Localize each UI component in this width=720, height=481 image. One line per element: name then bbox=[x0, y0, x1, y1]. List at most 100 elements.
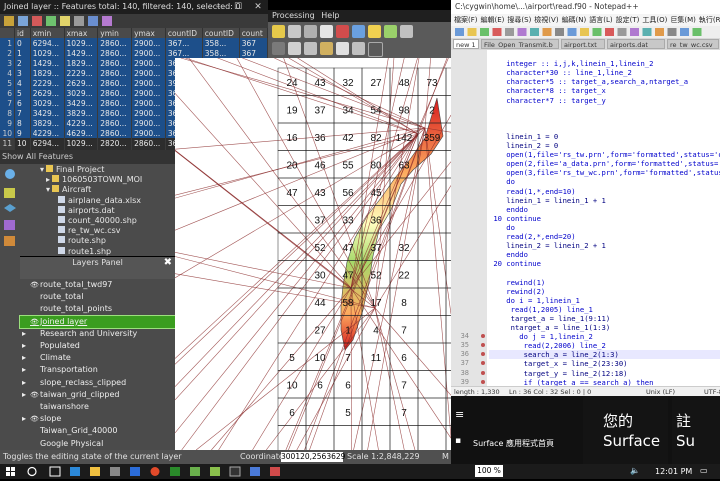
table-cell[interactable]: 2860... bbox=[97, 98, 133, 108]
table-cell[interactable]: 2229... bbox=[64, 68, 99, 78]
table-cell[interactable]: 8 bbox=[14, 118, 31, 128]
table-cell[interactable]: 6294... bbox=[30, 38, 65, 48]
code-line[interactable]: do bbox=[489, 223, 720, 232]
row-number[interactable]: 9 bbox=[0, 118, 15, 128]
table-cell[interactable]: 4629... bbox=[64, 128, 99, 138]
expander-icon[interactable]: ▾ bbox=[46, 185, 50, 194]
table-cell[interactable]: 1029... bbox=[30, 48, 65, 58]
table-cell[interactable]: 10 bbox=[14, 138, 31, 148]
layer-item[interactable]: route_total_points bbox=[20, 303, 175, 315]
table-cell[interactable]: 2860... bbox=[97, 78, 133, 88]
minimize-icon[interactable]: – bbox=[208, 0, 228, 14]
notepad-menu-item[interactable]: 搜尋(S) bbox=[504, 16, 531, 24]
table-cell[interactable]: 2900... bbox=[131, 88, 166, 98]
column-header[interactable]: xmax bbox=[64, 28, 99, 38]
table-row[interactable]: 2 1 1029... 1429... 2860... 2900... 367... 358.… bbox=[0, 48, 269, 58]
table-cell[interactable]: 4 bbox=[14, 78, 31, 88]
editor-tab[interactable]: airports.dat bbox=[607, 39, 665, 49]
table-cell[interactable]: 2860... bbox=[97, 118, 133, 128]
code-line[interactable]: rewind(1) bbox=[489, 278, 720, 287]
table-cell[interactable]: 1 bbox=[14, 48, 31, 58]
code-line[interactable]: do i = 1,linein_1 bbox=[489, 296, 720, 305]
code-line[interactable]: open(3,file='rs_tw_wc.prn',form='formatt… bbox=[489, 168, 720, 177]
row-number[interactable]: 8 bbox=[0, 108, 15, 118]
expander-icon[interactable]: ▸ bbox=[20, 340, 30, 352]
layer-item[interactable]: 👁route_total_twd97 bbox=[20, 279, 175, 291]
row-number[interactable]: 11 bbox=[0, 138, 15, 148]
code-line[interactable]: do j = 1,linein_2 bbox=[489, 332, 720, 341]
table-cell[interactable]: 3829... bbox=[64, 108, 99, 118]
code-line[interactable]: ntarget_a = line_1(1:3) bbox=[489, 323, 720, 332]
table-cell[interactable]: 367 bbox=[239, 38, 269, 48]
code-line[interactable] bbox=[489, 105, 720, 114]
layer-item[interactable]: ▸ Research and University bbox=[20, 328, 175, 340]
expander-icon[interactable]: ▸ bbox=[20, 352, 30, 364]
browser-item[interactable]: route1.shp bbox=[56, 246, 111, 257]
table-cell[interactable]: 2860... bbox=[97, 58, 133, 68]
editor-tab[interactable]: airport.txt bbox=[561, 39, 605, 49]
code-line[interactable]: character*5 :: target_a,search_a,ntarget… bbox=[489, 77, 720, 86]
code-line[interactable]: linein_1 = linein_1 + 1 bbox=[489, 196, 720, 205]
surface-app-icon[interactable]: ▪ bbox=[455, 436, 461, 446]
notepad-menu-item[interactable]: 執行(R) bbox=[696, 16, 720, 24]
row-number[interactable]: 7 bbox=[0, 98, 15, 108]
table-cell[interactable]: 367... bbox=[165, 38, 203, 48]
measure-icon[interactable] bbox=[384, 25, 397, 38]
maximize-icon[interactable]: ☐ bbox=[228, 0, 248, 14]
notepad-menu-item[interactable]: 檔案(F) bbox=[451, 16, 478, 24]
expander-icon[interactable]: ▸ bbox=[20, 389, 30, 401]
table-cell[interactable]: 2900... bbox=[131, 128, 166, 138]
magnifier-label[interactable]: M bbox=[442, 450, 449, 464]
visibility-checkbox[interactable]: 👁 bbox=[30, 389, 40, 401]
table-cell[interactable]: 2900... bbox=[131, 48, 166, 58]
table-cell[interactable]: 3429... bbox=[64, 98, 99, 108]
code-line[interactable]: 20 continue bbox=[489, 259, 720, 268]
row-number[interactable]: 2 bbox=[0, 48, 15, 58]
layer-item[interactable]: ▸ Populated bbox=[20, 340, 175, 352]
column-header[interactable]: count bbox=[239, 28, 269, 38]
tips-icon[interactable] bbox=[304, 42, 317, 55]
table-cell[interactable]: 0 bbox=[14, 38, 31, 48]
visibility-checkbox[interactable]: 👁 bbox=[30, 413, 40, 425]
code-line[interactable]: target_a = line_1(9:11) bbox=[489, 314, 720, 323]
code-line[interactable]: target_x = line_2(23:30) bbox=[489, 359, 720, 368]
expander-icon[interactable]: ▸ bbox=[20, 328, 30, 340]
fold-marker-icon[interactable] bbox=[481, 361, 485, 366]
surface-app-label[interactable]: Surface 應用程式首頁 bbox=[473, 438, 554, 449]
row-number[interactable]: 3 bbox=[0, 58, 15, 68]
code-line[interactable]: read(1,*,end=10) bbox=[489, 187, 720, 196]
table-cell[interactable]: 2629... bbox=[64, 78, 99, 88]
table-cell[interactable]: 2860... bbox=[97, 108, 133, 118]
fold-marker-icon[interactable] bbox=[481, 370, 485, 375]
notepad-menu-item[interactable]: 設定(T) bbox=[613, 16, 640, 24]
table-cell[interactable]: 2900... bbox=[131, 68, 166, 78]
code-line[interactable]: rewind(2) bbox=[489, 287, 720, 296]
code-line[interactable]: character*8 :: target_x bbox=[489, 86, 720, 95]
table-cell[interactable]: 358... bbox=[202, 48, 240, 58]
table-cell[interactable]: 1829... bbox=[30, 68, 65, 78]
expander-icon[interactable]: ▸ bbox=[46, 175, 50, 184]
table-cell[interactable]: 1429... bbox=[64, 48, 99, 58]
select-icon[interactable] bbox=[368, 25, 381, 38]
table-cell[interactable]: 2629... bbox=[30, 88, 65, 98]
expander-icon[interactable]: ▸ bbox=[20, 364, 30, 376]
row-number[interactable]: 4 bbox=[0, 68, 15, 78]
code-line[interactable]: open(2,file='a_data.prn',form='formatted… bbox=[489, 159, 720, 168]
fold-marker-icon[interactable] bbox=[481, 379, 485, 384]
table-cell[interactable]: 2820... bbox=[97, 138, 133, 148]
code-line[interactable] bbox=[489, 268, 720, 277]
row-number[interactable]: 10 bbox=[0, 128, 15, 138]
layer-item[interactable]: Taiwan_Grid_40000 bbox=[20, 425, 175, 437]
layer-item[interactable]: ▸ Climate bbox=[20, 352, 175, 364]
zoom-full-icon[interactable] bbox=[320, 25, 333, 38]
code-line[interactable]: enddo bbox=[489, 205, 720, 214]
layer-item[interactable]: taiwanshore bbox=[20, 401, 175, 413]
column-header[interactable]: countID bbox=[165, 28, 203, 38]
code-line[interactable]: do bbox=[489, 177, 720, 186]
coordinate-field[interactable]: 300120,2563629 bbox=[281, 452, 345, 462]
layer-item[interactable]: Google Physical bbox=[20, 438, 175, 450]
table-row[interactable]: 1 0 6294... 1029... 2860... 2900... 367... 358.… bbox=[0, 38, 269, 48]
visibility-checkbox[interactable]: 👁 bbox=[30, 316, 40, 328]
zoom-in-icon[interactable] bbox=[288, 25, 301, 38]
code-editor[interactable]: integer :: i,j,k,linein_1,linein_2 chara… bbox=[487, 50, 720, 386]
